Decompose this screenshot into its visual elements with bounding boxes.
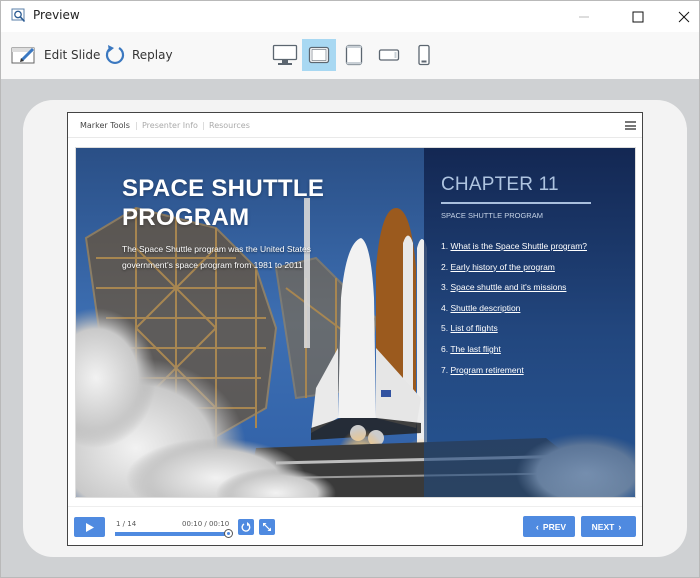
toc-item: 3. Space shuttle and it's missions xyxy=(441,282,587,303)
fullscreen-button[interactable] xyxy=(259,519,275,535)
expand-icon xyxy=(263,523,271,531)
toc-link[interactable]: Shuttle description xyxy=(450,303,520,313)
edit-slide-label: Edit Slide xyxy=(44,48,101,62)
tab-separator: | xyxy=(135,121,138,130)
replay-button[interactable]: Replay xyxy=(105,42,173,68)
desktop-icon xyxy=(272,44,298,65)
slide-title-line-2: PROGRAM xyxy=(122,204,250,231)
toc-item: 5. List of flights xyxy=(441,323,587,344)
edit-slide-button[interactable]: Edit Slide xyxy=(11,42,100,68)
slide-canvas: SPACE SHUTTLE PROGRAM The Space Shuttle … xyxy=(75,147,636,498)
slide-player: Marker Tools | Presenter Info | Resource… xyxy=(67,112,643,546)
chapter-panel: CHAPTER 11 SPACE SHUTTLE PROGRAM 1. What… xyxy=(424,148,635,497)
toc-item: 4. Shuttle description xyxy=(441,303,587,324)
toc-link[interactable]: List of flights xyxy=(450,323,497,333)
next-label: NEXT xyxy=(591,521,615,532)
prev-label: PREV xyxy=(542,521,567,532)
player-top-bar: Marker Tools | Presenter Info | Resource… xyxy=(68,113,642,138)
preview-icon xyxy=(11,8,26,23)
device-tablet-landscape-button[interactable] xyxy=(302,39,336,71)
chapter-heading: CHAPTER 11 xyxy=(441,174,559,195)
toc-link[interactable]: Space shuttle and it's missions xyxy=(450,282,566,292)
toc-link[interactable]: Program retirement xyxy=(450,365,523,375)
replay-slide-button[interactable] xyxy=(238,519,254,535)
progress-fill xyxy=(115,532,229,536)
close-button[interactable] xyxy=(661,1,700,32)
player-controls: 1 / 14 00:10 / 00:10 ‹ PREV NEXT › xyxy=(68,506,642,545)
edit-slide-icon xyxy=(11,47,35,64)
chapter-divider xyxy=(441,202,591,204)
toc-number: 3. xyxy=(441,282,449,293)
toc-item: 6. The last flight xyxy=(441,344,587,365)
toc-number: 2. xyxy=(441,261,449,272)
tab-marker-tools[interactable]: Marker Tools xyxy=(80,121,130,130)
time-display: 00:10 / 00:10 xyxy=(182,520,230,528)
table-of-contents: 1. What is the Space Shuttle program? 2.… xyxy=(441,241,587,385)
slide-title-line-1: SPACE SHUTTLE xyxy=(122,175,325,202)
slide-description: The Space Shuttle program was the United… xyxy=(122,244,311,270)
replay-icon xyxy=(105,45,125,65)
toc-item: 2. Early history of the program xyxy=(441,262,587,283)
play-icon xyxy=(85,522,94,532)
replay-icon xyxy=(241,522,251,532)
tab-separator: | xyxy=(202,121,205,130)
toc-link[interactable]: The last flight xyxy=(450,344,501,354)
close-icon xyxy=(678,11,690,22)
progress-handle[interactable] xyxy=(224,529,233,538)
device-phone-landscape-button[interactable] xyxy=(372,39,406,71)
toc-link[interactable]: What is the Space Shuttle program? xyxy=(450,241,587,251)
toc-item: 7. Program retirement xyxy=(441,365,587,386)
toc-link[interactable]: Early history of the program xyxy=(450,262,554,272)
toolbar: Edit Slide Replay xyxy=(1,32,699,79)
minimize-icon xyxy=(579,16,589,17)
toc-number: 5. xyxy=(441,323,449,334)
minimize-button[interactable] xyxy=(561,1,607,32)
device-tablet-portrait-button[interactable] xyxy=(337,39,371,71)
tablet-portrait-icon xyxy=(345,44,363,66)
tab-presenter-info[interactable]: Presenter Info xyxy=(142,121,198,130)
maximize-icon xyxy=(632,11,644,22)
tab-resources[interactable]: Resources xyxy=(209,121,250,130)
slide-title: SPACE SHUTTLE PROGRAM xyxy=(122,174,324,232)
title-bar: Preview xyxy=(1,1,699,32)
toc-item: 1. What is the Space Shuttle program? xyxy=(441,241,587,262)
next-button[interactable]: NEXT › xyxy=(581,516,636,537)
progress-bar[interactable] xyxy=(115,529,233,538)
maximize-button[interactable] xyxy=(615,1,661,32)
toc-number: 7. xyxy=(441,364,449,375)
chevron-right-icon: › xyxy=(618,521,622,532)
device-desktop-button[interactable] xyxy=(268,39,302,71)
hamburger-menu-icon[interactable] xyxy=(625,121,636,130)
replay-label: Replay xyxy=(132,48,173,62)
phone-landscape-icon xyxy=(378,49,400,61)
toc-number: 1. xyxy=(441,241,449,251)
tablet-landscape-icon xyxy=(308,46,330,64)
chapter-subtitle: SPACE SHUTTLE PROGRAM xyxy=(441,211,543,220)
toc-number: 4. xyxy=(441,302,449,313)
slide-counter: 1 / 14 xyxy=(116,520,137,528)
play-button[interactable] xyxy=(74,517,105,537)
prev-button[interactable]: ‹ PREV xyxy=(523,516,575,537)
window-title: Preview xyxy=(33,8,80,22)
phone-portrait-icon xyxy=(418,44,430,66)
toc-number: 6. xyxy=(441,343,449,354)
preview-window: Preview Edit Slide Replay Marker Tools |… xyxy=(0,0,700,578)
chevron-left-icon: ‹ xyxy=(535,521,539,532)
device-phone-portrait-button[interactable] xyxy=(407,39,441,71)
